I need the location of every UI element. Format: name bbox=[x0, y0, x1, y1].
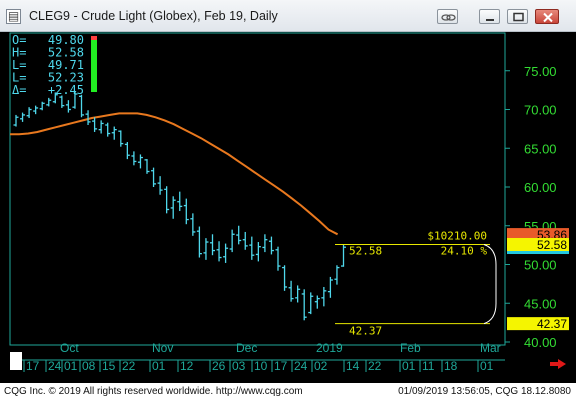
month-label: Feb bbox=[400, 341, 421, 355]
day-label: 14 bbox=[346, 359, 360, 373]
day-label: 01 bbox=[64, 359, 78, 373]
month-label: Mar bbox=[480, 341, 501, 355]
day-label: 24 bbox=[294, 359, 308, 373]
day-label: 22 bbox=[122, 359, 136, 373]
y-tick-label: 75.00 bbox=[524, 64, 557, 79]
y-tick-label: 40.00 bbox=[524, 335, 557, 350]
range-top-price: 52.58 bbox=[349, 245, 382, 258]
footer-copyright: CQG Inc. © 2019 All rights reserved worl… bbox=[4, 386, 303, 397]
y-tick-label: 65.00 bbox=[524, 141, 557, 156]
day-label: 18 bbox=[444, 359, 458, 373]
minimize-button[interactable] bbox=[479, 9, 500, 24]
current-price-marker bbox=[507, 251, 569, 255]
day-label: 26 bbox=[212, 359, 226, 373]
svg-text:52.58: 52.58 bbox=[537, 238, 567, 252]
price-tag: 42.37 bbox=[507, 317, 569, 331]
title-bar: ▤ CLEG9 - Crude Light (Globex), Feb 19, … bbox=[0, 0, 576, 32]
y-tick-label: 45.00 bbox=[524, 296, 557, 311]
footer-timestamp: 01/09/2019 13:56:05, CQG 18.12.8080 bbox=[398, 386, 571, 397]
day-label: 01 bbox=[152, 359, 166, 373]
chart-window: ▤ CLEG9 - Crude Light (Globex), Feb 19, … bbox=[0, 0, 576, 397]
window-title: CLEG9 - Crude Light (Globex), Feb 19, Da… bbox=[29, 9, 278, 23]
day-label: 02 bbox=[314, 359, 328, 373]
day-label: 11 bbox=[422, 359, 435, 373]
month-label: Oct bbox=[60, 341, 79, 355]
y-tick-label: 50.00 bbox=[524, 258, 557, 273]
day-label: 17 bbox=[26, 359, 40, 373]
day-label: 10 bbox=[254, 359, 268, 373]
range-dollar-value: $10210.00 bbox=[427, 230, 487, 243]
day-label: 01 bbox=[402, 359, 416, 373]
indicator-bar bbox=[91, 40, 97, 92]
y-tick-label: 60.00 bbox=[524, 180, 557, 195]
price-tag: 52.58 bbox=[507, 238, 569, 252]
y-tick-label: 70.00 bbox=[524, 103, 557, 118]
day-label: 24 bbox=[48, 359, 62, 373]
svg-text:42.37: 42.37 bbox=[537, 317, 567, 331]
maximize-button[interactable] bbox=[507, 9, 528, 24]
link-icon[interactable] bbox=[437, 9, 458, 24]
day-label: 12 bbox=[180, 359, 194, 373]
ohlc-value: +2.45 bbox=[48, 83, 84, 97]
scrollbar-handle[interactable] bbox=[10, 352, 22, 370]
range-percent: 24.10 % bbox=[441, 245, 488, 258]
day-label: 03 bbox=[232, 359, 246, 373]
chart-app-icon[interactable]: ▤ bbox=[6, 9, 21, 24]
day-label: 08 bbox=[82, 359, 96, 373]
indicator-top bbox=[91, 36, 97, 40]
scroll-right-arrow-icon[interactable] bbox=[547, 357, 567, 371]
month-label: Nov bbox=[152, 341, 173, 355]
price-chart[interactable]: 40.0045.0050.0055.0060.0065.0070.0075.00… bbox=[0, 32, 576, 383]
day-label: 22 bbox=[368, 359, 382, 373]
close-button[interactable] bbox=[535, 9, 559, 24]
month-label: 2019 bbox=[316, 341, 343, 355]
day-label: 01 bbox=[480, 359, 494, 373]
ohlc-label: Δ= bbox=[12, 83, 26, 97]
day-label: 17 bbox=[274, 359, 288, 373]
day-label: 15 bbox=[102, 359, 116, 373]
month-label: Dec bbox=[236, 341, 257, 355]
range-bottom-price: 42.37 bbox=[349, 325, 382, 338]
